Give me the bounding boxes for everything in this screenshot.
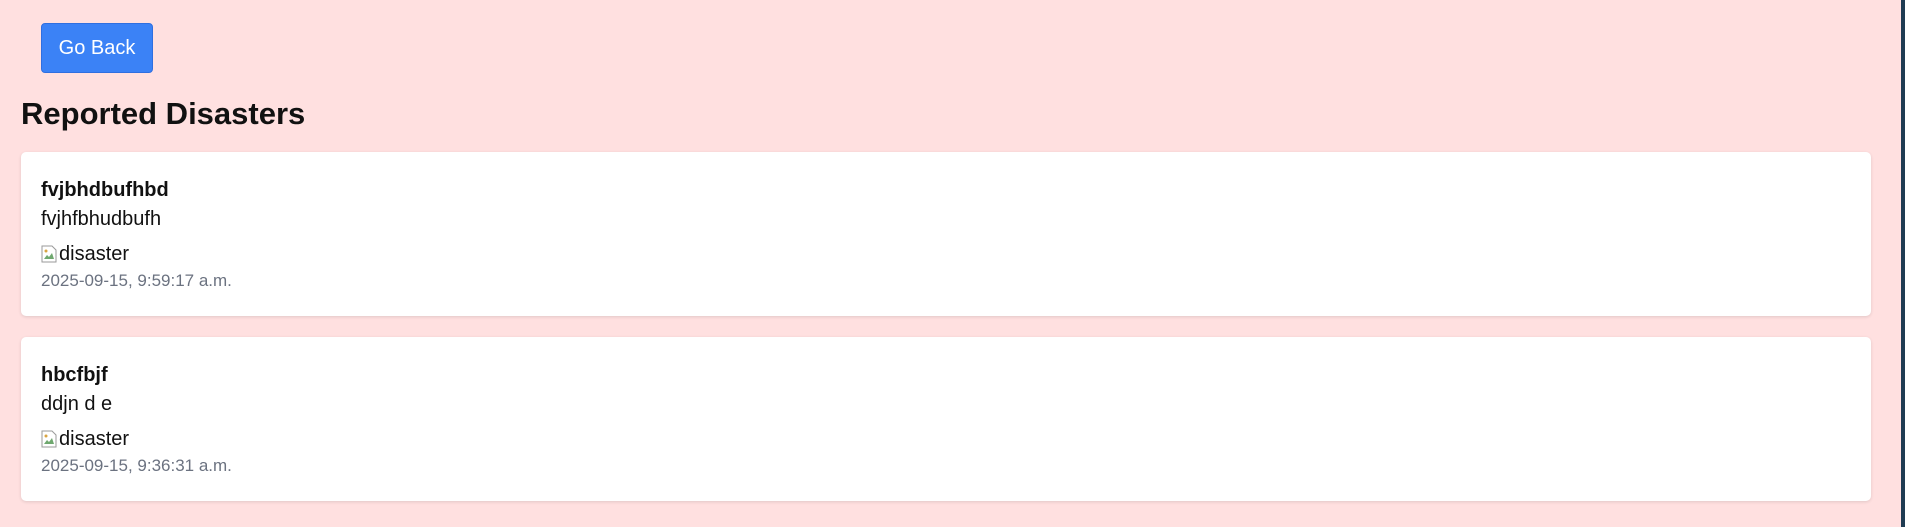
broken-image-icon [41,245,57,263]
disaster-title: hbcfbjf [41,364,108,386]
broken-image-icon [41,430,57,448]
window-edge-strip [1901,0,1905,527]
disaster-description: ddjn d e [41,393,113,415]
disaster-card: fvjbhdbufhbd fvjhfbhudbufh disaster 2025… [21,152,1871,316]
disaster-timestamp: 2025-09-15, 9:59:17 a.m. [41,271,232,290]
image-alt-text: disaster [59,428,130,450]
disaster-image: disaster [41,241,1851,267]
image-alt-text: disaster [59,243,130,265]
go-back-button[interactable]: Go Back [41,23,153,73]
disaster-image: disaster [41,426,1851,452]
page-title: Reported Disasters [21,96,306,131]
disaster-description: fvjhfbhudbufh [41,208,162,230]
disaster-card: hbcfbjf ddjn d e disaster 2025-09-15, 9:… [21,337,1871,501]
disaster-title: fvjbhdbufhbd [41,179,169,201]
disaster-timestamp: 2025-09-15, 9:36:31 a.m. [41,456,232,475]
